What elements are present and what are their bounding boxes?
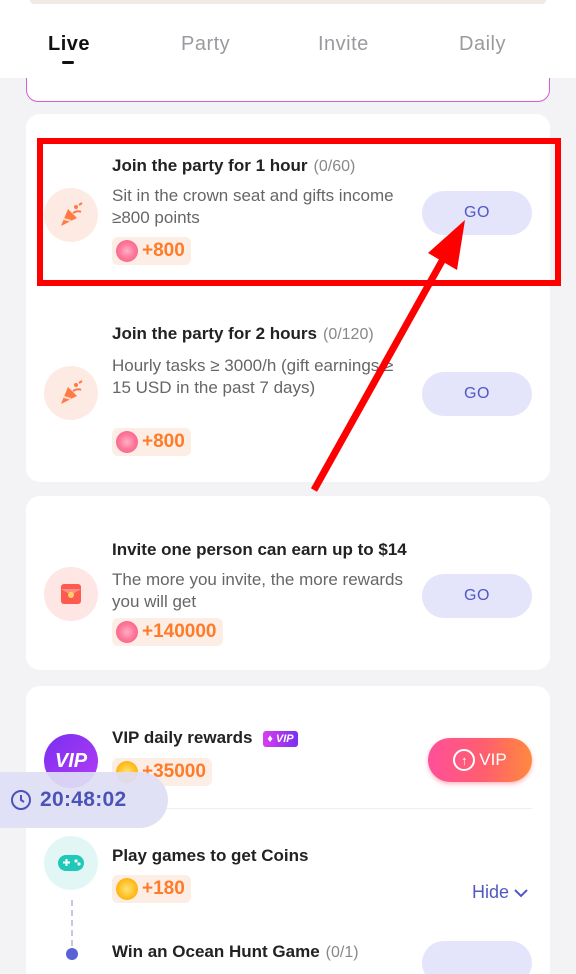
task-party-2h: Join the party for 2 hours (0/120) Hourly…	[26, 290, 550, 482]
upload-arrow-icon: ↑	[453, 749, 476, 771]
tab-invite[interactable]: Invite	[318, 33, 369, 56]
previous-card	[26, 78, 550, 102]
previous-card-edge	[30, 0, 546, 4]
reward-badge: +800	[112, 428, 191, 456]
invite-task-card: Invite one person can earn up to $14 The…	[26, 496, 550, 670]
task-title: Play games to get Coins	[112, 846, 309, 865]
task-description: The more you invite, the more rewards yo…	[112, 570, 404, 611]
clock-icon	[11, 790, 31, 810]
vip-badge-icon: ♦ VIP	[263, 730, 298, 747]
task-title: VIP daily rewards ♦ VIP	[112, 728, 298, 748]
task-title: Invite one person can earn up to $14	[112, 540, 407, 559]
hide-toggle[interactable]: Hide	[472, 882, 529, 903]
highlight-box	[37, 138, 561, 286]
tab-live[interactable]: Live	[48, 33, 90, 56]
tab-party[interactable]: Party	[181, 33, 230, 56]
gold-coin-icon	[116, 878, 138, 900]
progress-connector	[71, 900, 73, 946]
daily-rewards-card: VIP VIP daily rewards ♦ VIP +35000 ↑ VIP…	[26, 686, 550, 974]
progress-dot	[66, 948, 78, 960]
party-popper-icon	[44, 366, 98, 420]
task-progress: (0/120)	[322, 326, 374, 343]
task-invite: Invite one person can earn up to $14 The…	[26, 496, 550, 670]
active-tab-indicator	[62, 61, 74, 64]
task-description: Hourly tasks ≥ 3000/h (gift earnings ≥ 1…	[112, 356, 394, 397]
tab-bar: Live Party Invite Daily	[0, 0, 576, 78]
subtask-progress: (0/1)	[325, 944, 359, 961]
reward-amount: +140000	[142, 621, 217, 642]
pink-coin-icon	[116, 621, 138, 643]
chevron-down-icon	[514, 888, 528, 897]
reward-badge: +140000	[112, 618, 223, 646]
go-button-partial[interactable]	[422, 941, 532, 974]
vip-button[interactable]: ↑ VIP	[428, 738, 532, 782]
go-button[interactable]: GO	[422, 372, 532, 416]
tab-daily[interactable]: Daily	[459, 33, 506, 56]
gamepad-icon	[44, 836, 98, 890]
red-envelope-icon	[44, 567, 98, 621]
pink-coin-icon	[116, 431, 138, 453]
task-title: Join the party for 2 hours (0/120)	[112, 324, 374, 343]
timer-text: 20:48:02	[40, 788, 127, 811]
subtask-title: Win an Ocean Hunt Game (0/1)	[112, 942, 359, 961]
go-button[interactable]: GO	[422, 574, 532, 618]
timer-badge[interactable]: 20:48:02	[0, 772, 168, 828]
reward-amount: +180	[142, 878, 185, 899]
reward-badge: +180	[112, 875, 191, 903]
reward-amount: +800	[142, 431, 185, 452]
